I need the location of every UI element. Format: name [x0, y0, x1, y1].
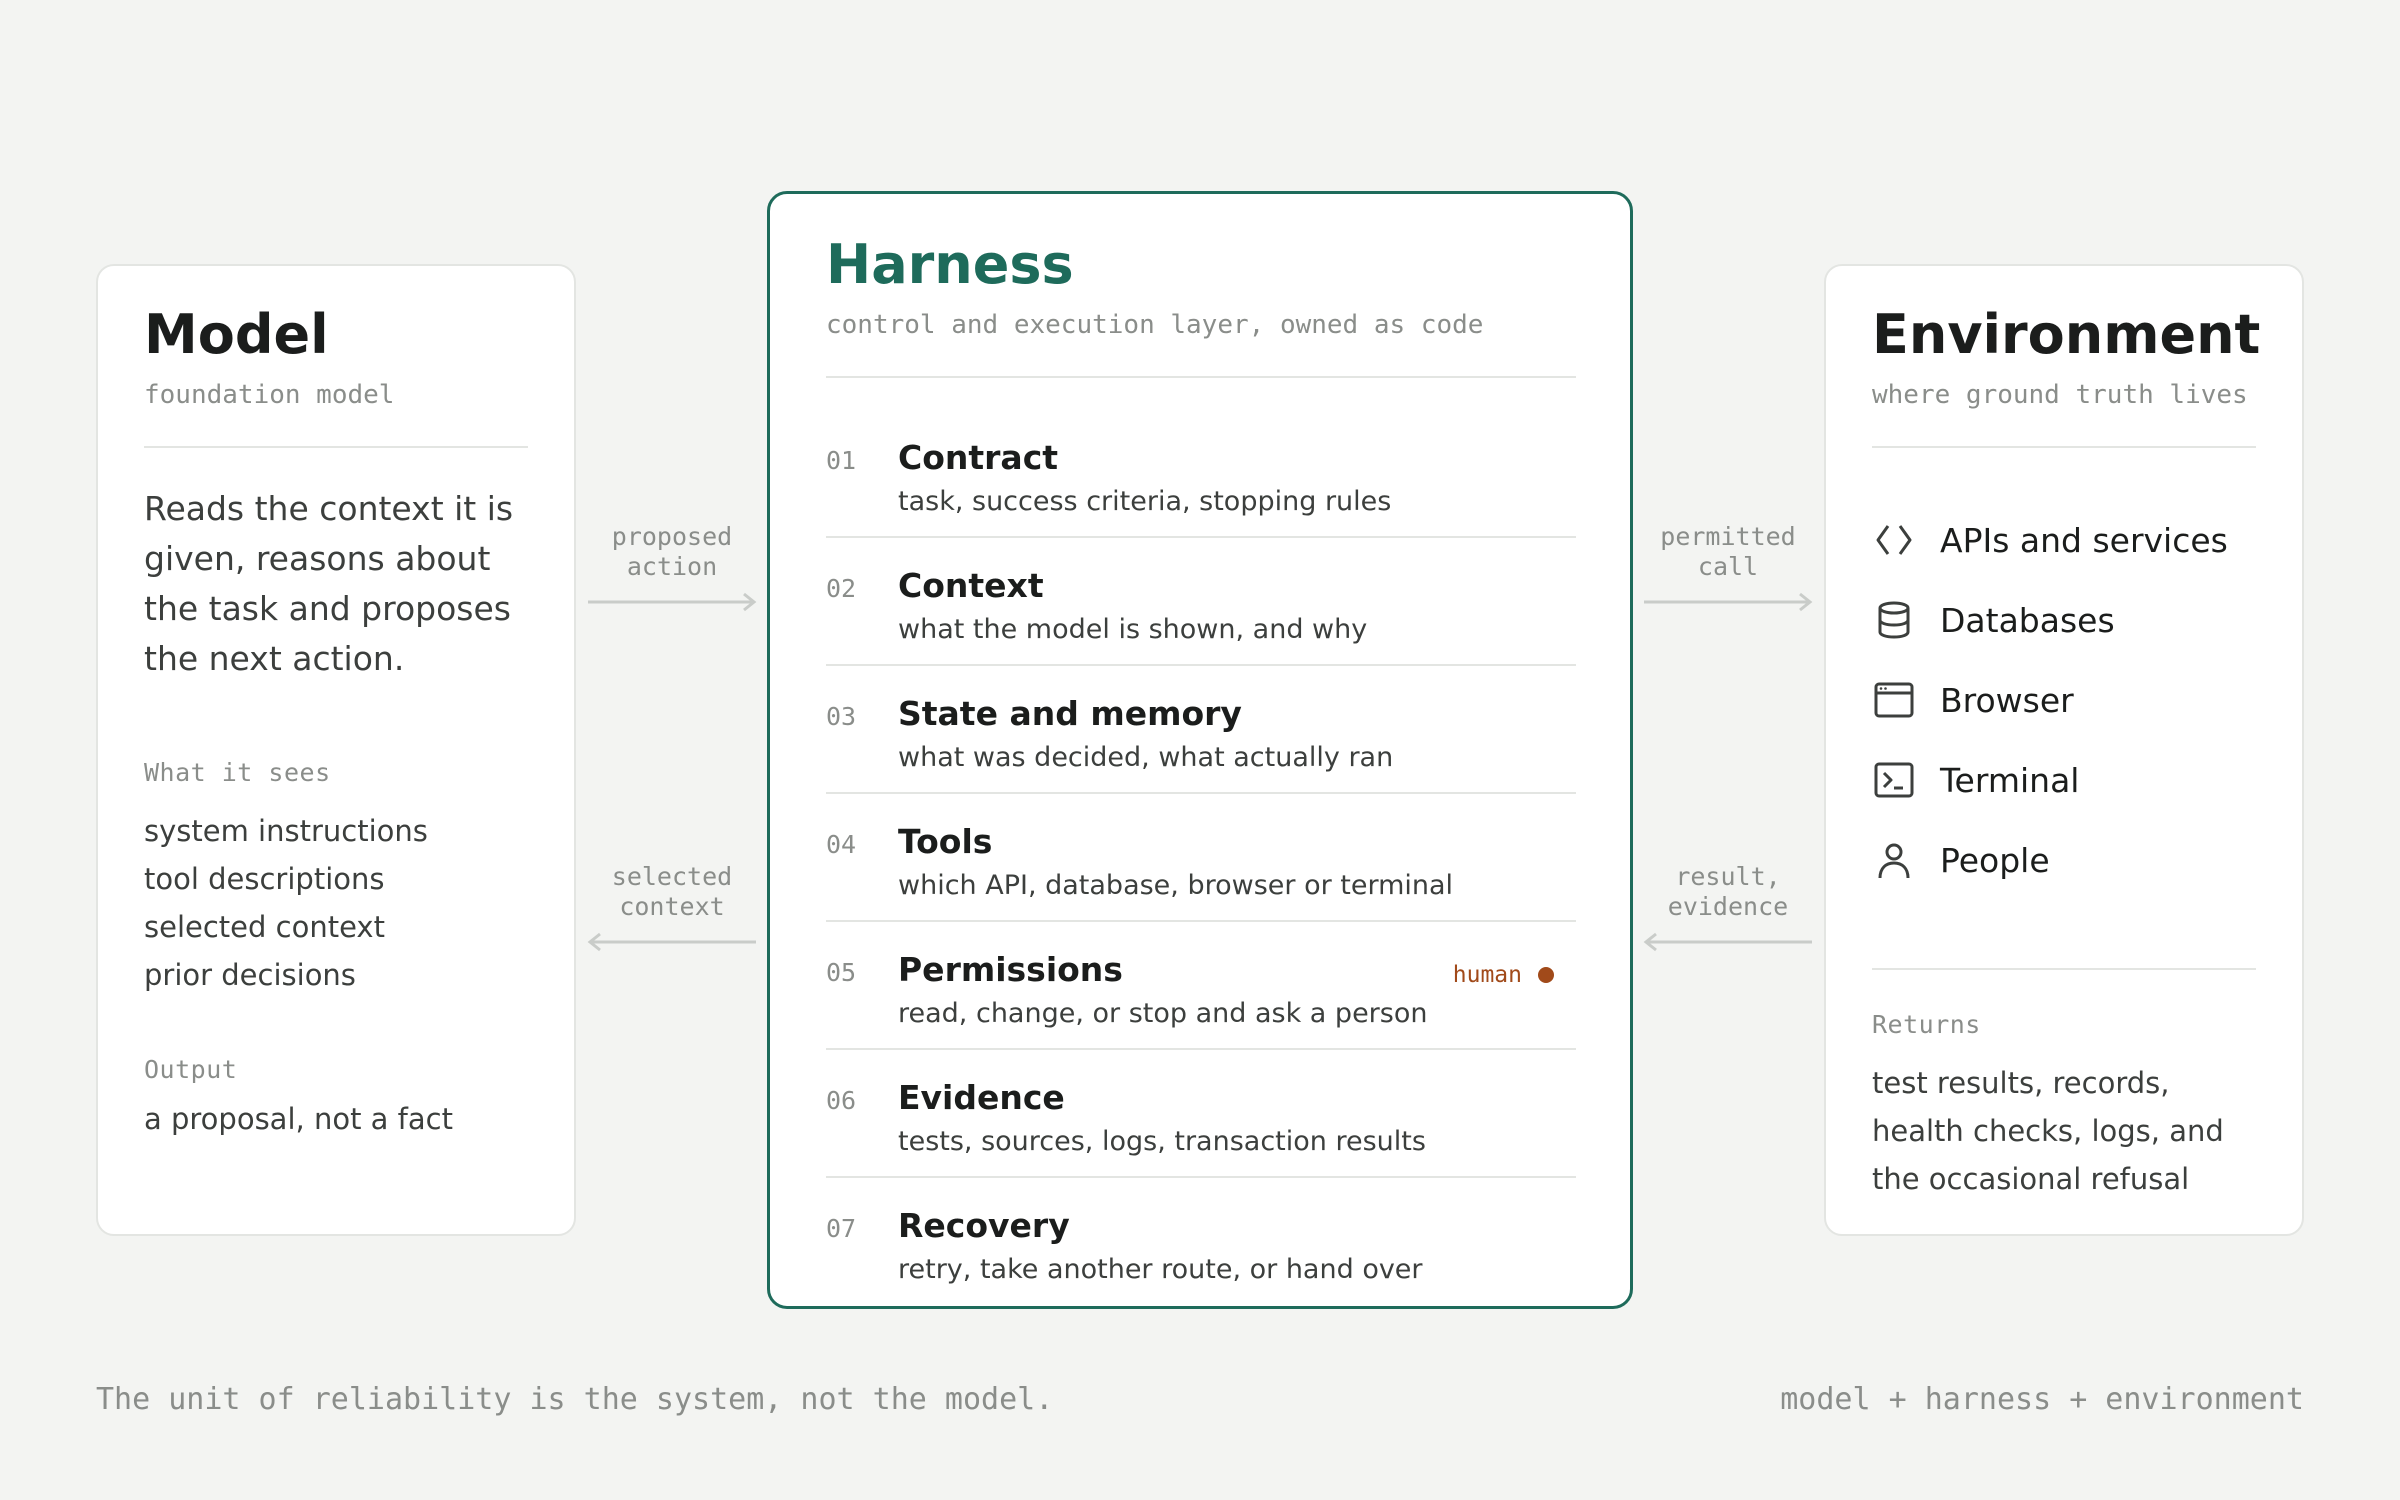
- model-sees-item: tool descriptions: [144, 862, 385, 896]
- model-card: Model foundation model Reads the context…: [96, 264, 576, 1236]
- flow-permitted-call: permitted call: [1638, 522, 1818, 612]
- harness-card: Harness control and execution layer, own…: [767, 191, 1633, 1309]
- harness-subtitle: control and execution layer, owned as co…: [826, 310, 1484, 340]
- terminal-icon: [1872, 758, 1916, 802]
- model-description: Reads the context it is given, reasons a…: [144, 489, 514, 678]
- flow-label-line: proposed: [611, 522, 733, 551]
- step-number: 06: [826, 1086, 857, 1115]
- step-description: read, change, or stop and ask a person: [898, 998, 1428, 1029]
- code-brackets-icon: [1872, 518, 1916, 562]
- environment-item-databases: Databases: [1872, 580, 2256, 660]
- flow-label-line: selected: [611, 862, 733, 891]
- model-sees-label: What it sees: [144, 758, 331, 787]
- model-output-text: a proposal, not a fact: [144, 1102, 453, 1136]
- human-dot-icon: [1538, 967, 1554, 983]
- environment-item-label: People: [1940, 840, 2050, 880]
- flow-selected-context: selected context: [582, 862, 762, 952]
- flow-label-line: action: [626, 552, 718, 581]
- model-sees-item: system instructions: [144, 814, 428, 848]
- environment-item-people: People: [1872, 820, 2256, 900]
- flow-label-line: result,: [1675, 862, 1781, 891]
- model-sees-item: prior decisions: [144, 958, 356, 992]
- step-description: task, success criteria, stopping rules: [898, 486, 1392, 517]
- harness-step-evidence: 06 Evidence tests, sources, logs, transa…: [826, 1050, 1576, 1178]
- step-number: 04: [826, 830, 857, 859]
- environment-returns-text: test results, records, health checks, lo…: [1872, 1066, 2224, 1196]
- arrow-right-icon: [1644, 592, 1813, 612]
- step-title: Evidence: [898, 1078, 1065, 1117]
- step-number: 01: [826, 446, 857, 475]
- environment-title: Environment: [1872, 303, 2261, 366]
- flow-label-line: evidence: [1667, 892, 1789, 921]
- environment-divider: [1872, 446, 2256, 448]
- step-description: retry, take another route, or hand over: [898, 1254, 1423, 1285]
- environment-subtitle: where ground truth lives: [1872, 380, 2248, 410]
- environment-item-apis: APIs and services: [1872, 500, 2256, 580]
- environment-card: Environment where ground truth lives API…: [1824, 264, 2304, 1236]
- flow-label-line: context: [619, 892, 725, 921]
- browser-window-icon: [1872, 678, 1916, 722]
- step-description: what the model is shown, and why: [898, 614, 1368, 645]
- harness-step-contract: 01 Contract task, success criteria, stop…: [826, 410, 1576, 538]
- step-number: 05: [826, 958, 857, 987]
- step-title: Recovery: [898, 1206, 1070, 1245]
- step-title: Contract: [898, 438, 1059, 477]
- footer-tagline: The unit of reliability is the system, n…: [96, 1382, 1054, 1417]
- environment-divider: [1872, 968, 2256, 970]
- harness-step-permissions: 05 Permissions read, change, or stop and…: [826, 922, 1576, 1050]
- step-description: tests, sources, logs, transaction result…: [898, 1126, 1426, 1157]
- flow-label-line: permitted: [1660, 522, 1796, 551]
- person-icon: [1872, 838, 1916, 882]
- flow-label-line: call: [1697, 552, 1759, 581]
- arrow-right-icon: [588, 592, 757, 612]
- step-title: State and memory: [898, 694, 1242, 733]
- model-subtitle: foundation model: [144, 380, 395, 410]
- step-title: Tools: [898, 822, 993, 861]
- arrow-left-icon: [587, 932, 756, 952]
- harness-step-tools: 04 Tools which API, database, browser or…: [826, 794, 1576, 922]
- environment-item-label: Browser: [1940, 680, 2074, 720]
- step-number: 07: [826, 1214, 857, 1243]
- step-description: what was decided, what actually ran: [898, 742, 1394, 773]
- environment-item-browser: Browser: [1872, 660, 2256, 740]
- harness-steps: 01 Contract task, success criteria, stop…: [826, 410, 1576, 1306]
- environment-item-label: Terminal: [1940, 760, 2080, 800]
- harness-step-context: 02 Context what the model is shown, and …: [826, 538, 1576, 666]
- flow-result-evidence: result, evidence: [1638, 862, 1818, 952]
- harness-divider: [826, 376, 1576, 378]
- harness-step-state-memory: 03 State and memory what was decided, wh…: [826, 666, 1576, 794]
- environment-item-terminal: Terminal: [1872, 740, 2256, 820]
- model-sees-list: system instructions tool descriptions se…: [144, 807, 528, 999]
- model-title: Model: [144, 303, 329, 366]
- arrow-left-icon: [1643, 932, 1812, 952]
- human-badge: human: [1453, 962, 1554, 988]
- environment-item-label: Databases: [1940, 600, 2115, 640]
- step-number: 03: [826, 702, 857, 731]
- model-sees-item: selected context: [144, 910, 385, 944]
- step-title: Context: [898, 566, 1044, 605]
- model-output-label: Output: [144, 1055, 238, 1084]
- environment-returns-label: Returns: [1872, 1010, 1981, 1039]
- human-badge-label: human: [1452, 962, 1522, 988]
- step-number: 02: [826, 574, 857, 603]
- environment-list: APIs and services Databases Browser Term…: [1872, 500, 2256, 900]
- flow-proposed-action: proposed action: [582, 522, 762, 612]
- footer-equation: model + harness + environment: [1780, 1382, 2304, 1417]
- database-icon: [1872, 598, 1916, 642]
- model-divider: [144, 446, 528, 448]
- harness-step-recovery: 07 Recovery retry, take another route, o…: [826, 1178, 1576, 1306]
- step-description: which API, database, browser or terminal: [898, 870, 1454, 901]
- harness-title: Harness: [826, 233, 1074, 296]
- environment-item-label: APIs and services: [1940, 520, 2228, 560]
